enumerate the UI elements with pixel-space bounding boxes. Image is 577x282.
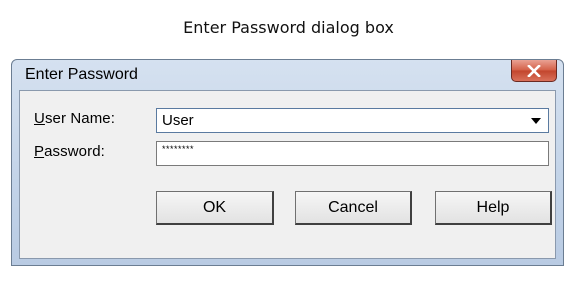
user-name-dropdown-button[interactable] xyxy=(525,111,546,130)
enter-password-dialog: Enter Password User Name: User Password:… xyxy=(11,59,564,266)
user-name-label: User Name: xyxy=(34,110,116,127)
ok-button[interactable]: OK xyxy=(156,191,274,225)
chevron-down-icon xyxy=(530,117,541,124)
cancel-button[interactable]: Cancel xyxy=(295,191,412,225)
dialog-body: User Name: User Password: ******** OK Ca… xyxy=(19,90,556,259)
close-button[interactable] xyxy=(511,60,557,82)
password-field[interactable]: ******** xyxy=(156,141,549,166)
password-label: Password: xyxy=(34,143,105,160)
password-value: ******** xyxy=(162,144,195,154)
user-name-value: User xyxy=(162,112,194,129)
title-bar[interactable]: Enter Password xyxy=(12,60,563,90)
dialog-title: Enter Password xyxy=(25,66,138,83)
help-button[interactable]: Help xyxy=(435,191,552,225)
figure-caption: Enter Password dialog box xyxy=(183,18,394,37)
user-name-combobox[interactable]: User xyxy=(156,108,549,133)
close-icon xyxy=(527,64,541,77)
